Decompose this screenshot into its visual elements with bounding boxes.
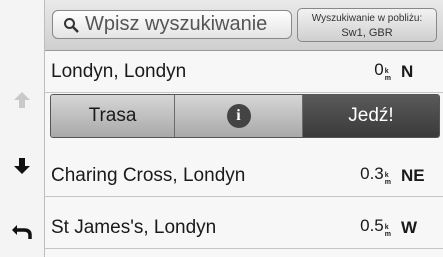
distance-value: 0.3 — [360, 163, 384, 183]
info-button[interactable]: i — [175, 95, 303, 137]
back-button[interactable] — [0, 210, 44, 250]
distance-unit: k m — [385, 68, 391, 82]
search-near-label: Wyszukiwanie w pobliżu: — [311, 13, 423, 24]
selected-result-row[interactable]: Londyn, Londyn 0 k m N — [45, 51, 443, 93]
scroll-up-button[interactable] — [0, 80, 44, 120]
distance-unit-bottom: m — [384, 178, 391, 186]
distance-unit-top: k — [384, 171, 389, 179]
result-distance: 0.5 k m — [360, 216, 391, 240]
distance-value: 0.5 — [360, 215, 384, 235]
result-row[interactable]: Charing Cross, Londyn 0.3 k m NE — [45, 155, 443, 197]
arrow-up-icon — [14, 92, 30, 108]
info-glyph: i — [236, 107, 241, 124]
route-button[interactable]: Trasa — [51, 95, 175, 137]
route-label: Trasa — [88, 105, 137, 126]
result-direction: N — [401, 61, 414, 81]
distance-unit-bottom: m — [384, 230, 391, 238]
distance-unit-bottom: m — [384, 74, 391, 82]
result-direction: NE — [401, 165, 425, 185]
search-placeholder: Wpisz wyszukiwanie — [85, 13, 268, 35]
search-input[interactable]: Wpisz wyszukiwanie — [52, 10, 292, 39]
distance-value: 0 — [374, 59, 384, 79]
action-bar: Trasa i Jedź! — [50, 94, 440, 138]
search-bar: Wpisz wyszukiwanie Wyszukiwanie w pobliż… — [45, 0, 443, 51]
back-icon — [12, 225, 32, 239]
result-name: St James's, Londyn — [51, 216, 217, 238]
main-panel: Wpisz wyszukiwanie Wyszukiwanie w pobliż… — [45, 0, 443, 257]
search-icon — [64, 17, 79, 33]
sidebar — [0, 0, 45, 257]
distance-unit-top: k — [384, 67, 389, 75]
scroll-down-button[interactable] — [0, 146, 44, 186]
distance-unit-top: k — [384, 223, 389, 231]
distance-unit: k m — [385, 172, 391, 186]
search-near-location: Sw1, GBR — [341, 27, 393, 39]
result-distance: 0 k m — [374, 60, 391, 84]
distance-unit: k m — [385, 224, 391, 238]
result-name: Charing Cross, Londyn — [51, 164, 246, 186]
info-icon: i — [226, 104, 251, 128]
go-label: Jedź! — [348, 105, 394, 126]
result-distance: 0.3 k m — [360, 164, 391, 188]
arrow-down-icon — [14, 158, 30, 174]
result-direction: W — [401, 217, 418, 237]
result-row[interactable]: St James's, Londyn 0.5 k m W — [45, 207, 443, 249]
search-near-button[interactable]: Wyszukiwanie w pobliżu: Sw1, GBR — [297, 8, 437, 42]
go-button[interactable]: Jedź! — [303, 95, 439, 137]
result-name: Londyn, Londyn — [51, 60, 187, 82]
